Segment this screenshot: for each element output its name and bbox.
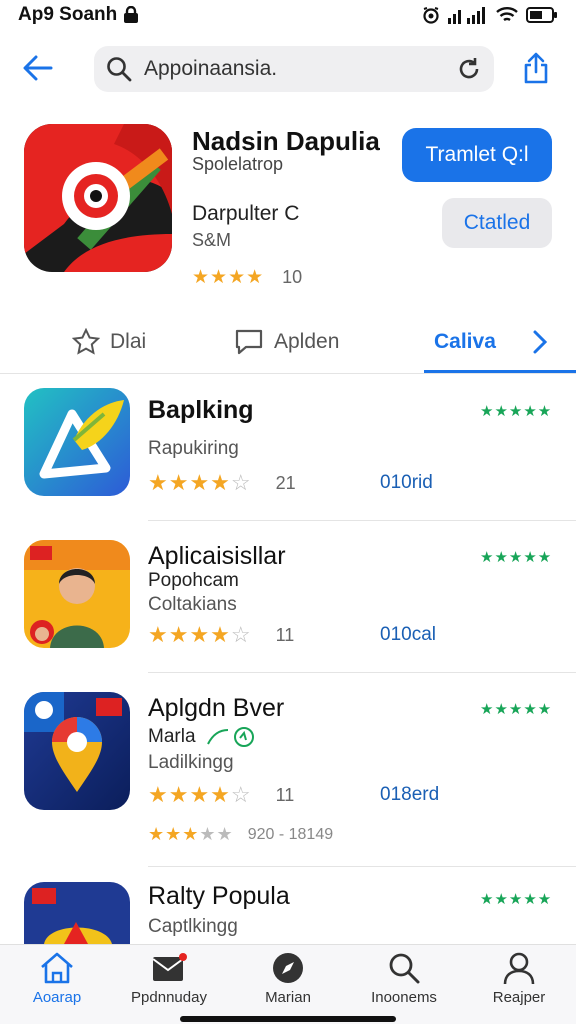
app-rating: ★★★★☆ 11 (148, 782, 294, 808)
app-title[interactable]: Aplicaisisllar (148, 542, 286, 571)
star-outline-icon (72, 328, 100, 355)
tab-aplden[interactable]: Aplden (234, 310, 339, 374)
nav-profile[interactable]: Reajper (464, 951, 574, 1006)
app-category: Coltakians (148, 594, 237, 615)
app-icon[interactable] (24, 540, 130, 648)
tab-dlai[interactable]: Dlai (72, 310, 146, 374)
divider (148, 520, 576, 521)
app-subtitle: Popohcam (148, 570, 239, 591)
app-title[interactable]: Baplking (148, 396, 254, 425)
nav-home[interactable]: Aoarap (2, 951, 112, 1006)
rating-range: 920 - 18149 (247, 825, 334, 843)
status-bar: Ap9 Soanh (0, 0, 576, 30)
search-field[interactable]: Appoinaansia. (94, 46, 494, 92)
alarm-icon (423, 7, 439, 24)
compass-icon (273, 953, 303, 983)
get-button[interactable]: Tramlet Q:l (402, 128, 552, 182)
secondary-button[interactable]: Ctatled (442, 198, 552, 248)
tab-label: Dlai (110, 330, 147, 353)
app-subtitle-row: Marla (148, 726, 256, 748)
app-subtitle: Marla (148, 726, 196, 747)
nav-mail[interactable]: Ppdnnuday (114, 951, 224, 1006)
search-icon (389, 953, 420, 984)
featured-app-rating: ★★★★ 10 (192, 266, 302, 289)
status-title: Ap9 Soanh (18, 4, 118, 25)
green-star-rating: ★★★★★ (480, 891, 553, 908)
star-rating: ★★★★ (192, 267, 265, 288)
nav-label: Ppdnnuday (131, 989, 207, 1006)
rating-count: 21 (275, 472, 296, 493)
star-rating: ★★★★☆ (148, 470, 252, 495)
home-indicator (180, 1016, 396, 1022)
featured-app-name[interactable]: Nadsin Dapulia (192, 126, 380, 157)
app-icon[interactable] (24, 692, 130, 810)
green-star-rating: ★★★★★ (480, 701, 553, 718)
active-tab-indicator (424, 370, 576, 373)
app-icon[interactable] (24, 882, 130, 944)
tab-label: Caliva (434, 330, 496, 353)
search-icon (107, 57, 132, 82)
nav-compass[interactable]: Marian (233, 951, 343, 1006)
nav-label: Marian (265, 989, 311, 1006)
nav-label: Aoarap (32, 989, 82, 1006)
featured-app-icon[interactable] (24, 124, 172, 272)
secondary-rating: ★★★★★ 920 - 18149 (148, 824, 333, 845)
app-subtitle: Captlkingg (148, 916, 238, 937)
app-size: 010rid (380, 472, 433, 493)
chevron-right-icon (533, 330, 548, 354)
divider (148, 672, 576, 673)
app-category: Ladilkingg (148, 752, 234, 773)
share-button[interactable] (518, 48, 554, 88)
app-title[interactable]: Ralty Popula (148, 882, 290, 911)
featured-app-subtitle: Darpulter C (192, 202, 300, 225)
star-rating: ★★★★☆ (148, 782, 252, 807)
rating-count: 11 (275, 624, 295, 645)
app-icon[interactable] (24, 388, 130, 496)
back-arrow-icon (23, 55, 53, 81)
wifi-icon (496, 7, 518, 22)
lock-icon (124, 6, 139, 23)
top-bar: Appoinaansia. (0, 30, 576, 110)
divider (148, 866, 576, 867)
featured-app-developer: Spolelatrop (192, 154, 284, 174)
rating-count: 11 (275, 784, 295, 805)
leaf-icon (206, 727, 254, 747)
person-icon (503, 952, 535, 985)
category-tabs: Dlai Aplden Caliva (0, 310, 576, 374)
green-star-rating: ★★★★★ (480, 549, 553, 566)
app-rating: ★★★★☆ 21 (148, 470, 296, 496)
share-icon (524, 52, 548, 84)
app-size: 010cal (380, 624, 436, 645)
rating-count: 10 (282, 267, 303, 287)
back-button[interactable] (20, 50, 56, 86)
mail-icon (152, 953, 187, 981)
battery-icon (526, 7, 557, 23)
chat-bubble-icon (235, 329, 263, 355)
app-size: 018erd (380, 784, 440, 805)
tab-bar: Aoarap Ppdnnuday Marian Inoonems Reajper (0, 944, 576, 1024)
app-title[interactable]: Aplgdn Bver (148, 694, 284, 723)
featured-app-size: S&M (192, 230, 232, 250)
green-star-rating: ★★★★★ (480, 403, 553, 420)
home-icon (41, 952, 73, 984)
star-rating: ★★★★☆ (148, 622, 252, 647)
nav-search[interactable]: Inoonems (349, 951, 459, 1006)
nav-label: Inoonems (371, 989, 437, 1006)
search-input[interactable]: Appoinaansia. (144, 57, 456, 81)
small-star-rating: ★★★★★ (148, 824, 234, 844)
refresh-icon[interactable] (456, 56, 482, 82)
tabs-next-button[interactable] (528, 326, 552, 358)
signal-icon (448, 7, 485, 24)
app-rating: ★★★★☆ 11 (148, 622, 294, 648)
tab-label: Aplden (274, 330, 340, 353)
featured-app: Nadsin Dapulia Spolelatrop Darpulter C S… (0, 110, 576, 300)
tab-caliva[interactable]: Caliva (434, 310, 496, 374)
nav-label: Reajper (492, 989, 546, 1006)
app-subtitle: Rapukiring (148, 438, 239, 459)
